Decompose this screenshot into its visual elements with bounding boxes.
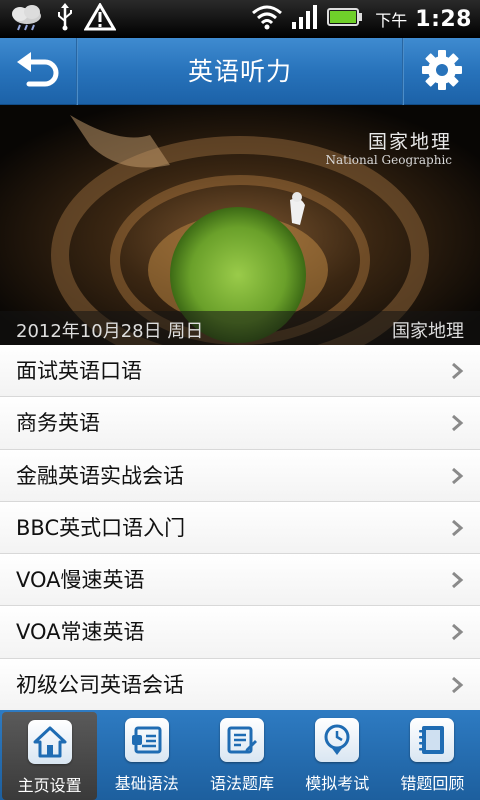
list-item-label: 金融英语实战会话	[16, 463, 184, 488]
list-item[interactable]: VOA慢速英语	[0, 554, 480, 607]
chevron-right-icon	[452, 572, 464, 589]
usb-icon	[56, 3, 74, 35]
chevron-right-icon	[452, 676, 464, 693]
list-item-label: 初级公司英语会话	[16, 672, 184, 697]
battery-icon	[327, 7, 363, 31]
list-item-label: 面试英语口语	[16, 359, 142, 383]
banner-source: 国家地理	[392, 321, 464, 342]
list-item-label: 商务英语	[16, 411, 100, 436]
nav-tab-basic-grammar[interactable]: 基础语法	[99, 710, 194, 800]
list-item[interactable]: VOA常速英语	[0, 606, 480, 659]
list-item[interactable]: BBC英式口语入门	[0, 501, 480, 555]
list-item-label: VOA慢速英语	[16, 568, 145, 593]
list-item[interactable]: 初级公司英语会话	[0, 658, 480, 710]
page-title: 英语听力	[187, 57, 292, 86]
settings-button[interactable]	[404, 38, 480, 105]
featured-banner[interactable]: 国家地理 National Geographic 2012年10月28日 周日 …	[0, 105, 480, 345]
weather-cloud-icon	[8, 3, 46, 35]
back-button[interactable]	[0, 38, 76, 105]
clock-exam-icon	[315, 718, 360, 762]
course-list: 面试英语口语 商务英语 金融英语实战会话 BBC英式口语入门 VOA慢速英语 V…	[0, 345, 480, 710]
nav-tab-home-settings[interactable]: 主页设置	[2, 712, 98, 800]
status-bar: 下午 1:28	[0, 0, 480, 38]
clock-time: 1:28	[415, 6, 472, 32]
grammar-card-icon	[124, 718, 169, 762]
banner-brand-cn: 国家地理	[367, 131, 452, 153]
nav-tab-label: 主页设置	[17, 776, 82, 795]
notebook-icon	[410, 718, 455, 762]
signal-icon	[291, 4, 319, 34]
nav-tab-label: 模拟考试	[305, 774, 370, 793]
banner-date: 2012年10月28日 周日	[16, 321, 204, 342]
chevron-right-icon	[452, 519, 464, 537]
banner-brand-en: National Geographic	[325, 153, 452, 167]
gear-icon	[420, 48, 464, 96]
nav-tab-label: 语法题库	[210, 774, 275, 793]
nav-tab-grammar-quiz[interactable]: 语法题库	[194, 710, 289, 800]
wifi-icon	[251, 4, 283, 34]
nav-tab-label: 基础语法	[114, 774, 179, 793]
banner-caption: 2012年10月28日 周日 国家地理	[0, 311, 480, 345]
list-item[interactable]: 面试英语口语	[0, 345, 480, 398]
chevron-right-icon	[452, 362, 464, 380]
nav-tab-label: 错题回顾	[400, 774, 465, 793]
list-item-label: VOA常速英语	[16, 620, 145, 645]
chevron-right-icon	[452, 624, 464, 641]
chevron-right-icon	[452, 415, 464, 432]
chevron-right-icon	[452, 467, 464, 484]
list-item[interactable]: 商务英语	[0, 397, 480, 450]
quiz-edit-icon	[220, 718, 264, 762]
bottom-nav: 主页设置 基础语法 语法题库 模拟考试 错题回顾	[0, 710, 480, 800]
nav-tab-mistake-review[interactable]: 错题回顾	[385, 710, 480, 800]
warning-icon	[83, 2, 117, 35]
title-bar: 英语听力	[0, 38, 480, 105]
back-arrow-icon	[15, 50, 61, 94]
list-item-label: BBC英式口语入门	[16, 515, 186, 540]
home-icon	[27, 720, 72, 764]
list-item[interactable]: 金融英语实战会话	[0, 449, 480, 502]
clock-ampm: 下午	[375, 11, 408, 30]
nav-tab-mock-exam[interactable]: 模拟考试	[290, 710, 385, 800]
